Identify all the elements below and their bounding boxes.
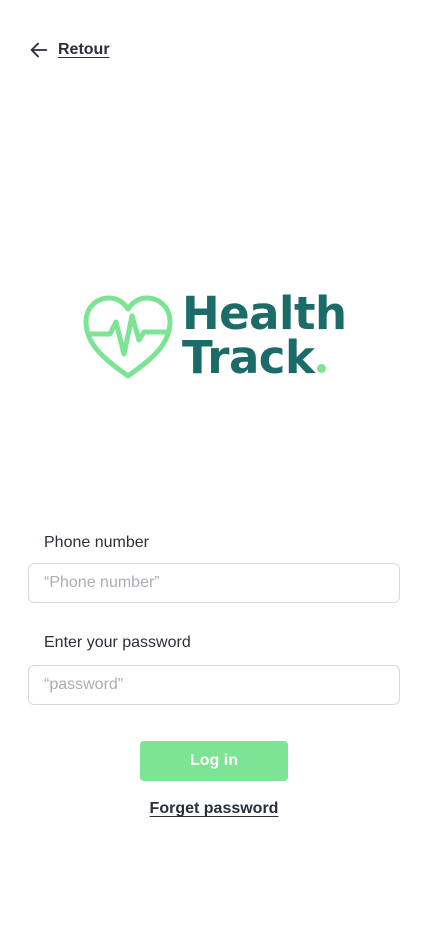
logo-dot — [317, 364, 327, 373]
password-input[interactable] — [29, 666, 399, 704]
logo-line-track: Track — [182, 331, 315, 384]
phone-input[interactable] — [29, 564, 399, 602]
login-button[interactable]: Log in — [140, 741, 288, 781]
password-label: Enter your password — [44, 634, 191, 651]
phone-input-wrapper — [28, 563, 400, 603]
forgot-password-label: Forget password — [149, 800, 279, 817]
phone-label: Phone number — [44, 534, 149, 551]
password-input-wrapper — [28, 665, 400, 705]
back-link-label: Retour — [58, 41, 110, 58]
arrow-left-icon — [30, 42, 48, 58]
app-logo: Health Track — [82, 287, 352, 382]
logo-line-health: Health — [182, 287, 347, 340]
heart-pulse-icon — [83, 295, 173, 379]
logo-wordmark: Health Track — [182, 287, 347, 380]
logo-line-track-wrap: Track — [182, 335, 347, 380]
back-link[interactable]: Retour — [28, 38, 110, 62]
forgot-password-link[interactable]: Forget password — [0, 800, 428, 818]
